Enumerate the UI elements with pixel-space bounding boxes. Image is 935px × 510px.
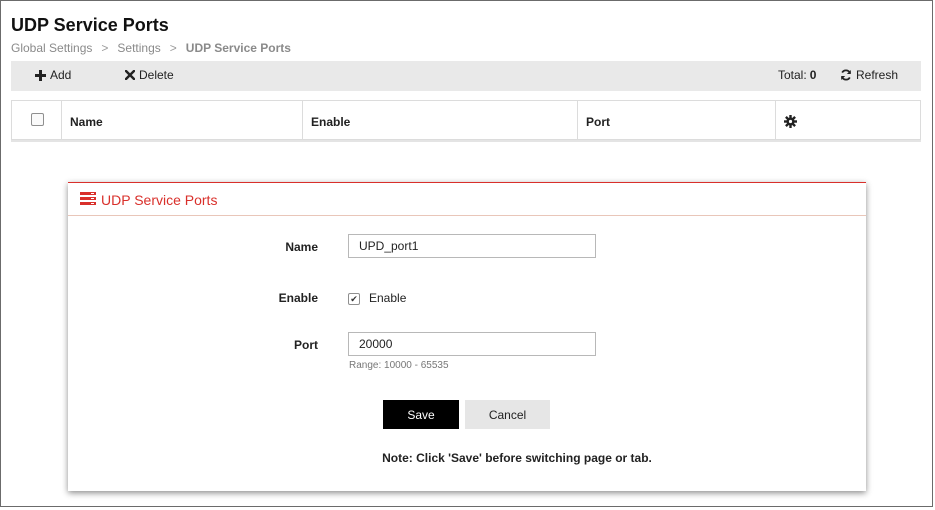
- server-icon: [80, 192, 96, 205]
- total-value: 0: [809, 68, 817, 82]
- breadcrumb-item-settings[interactable]: Settings: [117, 41, 160, 55]
- udp-port-dialog: UDP Service Ports Name Enable ✔ Enable P…: [68, 182, 866, 491]
- enable-label: Enable: [278, 291, 318, 305]
- cancel-button[interactable]: Cancel: [465, 400, 550, 429]
- save-button[interactable]: Save: [383, 400, 459, 429]
- port-label: Port: [294, 338, 318, 352]
- select-all-column: [12, 101, 62, 139]
- table-divider: [11, 140, 921, 142]
- breadcrumb-item-global-settings[interactable]: Global Settings: [11, 41, 92, 55]
- name-input[interactable]: [348, 234, 596, 258]
- ports-table-header: Name Enable Port: [11, 100, 921, 140]
- breadcrumb-separator: >: [169, 41, 177, 55]
- add-button-label: Add: [50, 68, 72, 82]
- column-header-port[interactable]: Port: [578, 101, 776, 139]
- select-all-checkbox[interactable]: [31, 113, 44, 126]
- port-input[interactable]: [348, 332, 596, 356]
- save-note: Note: Click 'Save' before switching page…: [382, 451, 652, 465]
- x-icon: [125, 70, 135, 80]
- toolbar: Add Delete Total: 0 Refresh: [11, 61, 921, 91]
- delete-button[interactable]: Delete: [125, 68, 174, 82]
- dialog-header: UDP Service Ports: [68, 183, 866, 216]
- refresh-icon: [841, 69, 851, 81]
- page-title: UDP Service Ports: [11, 15, 169, 35]
- refresh-button-label: Refresh: [856, 68, 899, 82]
- column-settings: [776, 101, 920, 139]
- window-frame: UDP Service Ports Global Settings > Settin…: [0, 0, 933, 507]
- breadcrumb: Global Settings > Settings > UDP Service Por…: [11, 41, 291, 55]
- total-label: Total:: [778, 68, 807, 82]
- delete-button-label: Delete: [139, 68, 174, 82]
- total-count: Total: 0: [778, 68, 816, 82]
- name-label: Name: [285, 240, 318, 254]
- enable-checkbox[interactable]: ✔: [348, 293, 360, 305]
- add-button[interactable]: Add: [35, 68, 71, 82]
- breadcrumb-item-current: UDP Service Ports: [185, 41, 291, 55]
- gear-icon[interactable]: [784, 115, 797, 128]
- port-range-hint: Range: 10000 - 65535: [349, 360, 449, 371]
- breadcrumb-separator: >: [101, 41, 109, 55]
- dialog-title: UDP Service Ports: [101, 192, 218, 208]
- plus-icon: [35, 69, 46, 81]
- column-header-enable[interactable]: Enable: [303, 101, 578, 139]
- enable-checkbox-label[interactable]: Enable: [369, 291, 406, 305]
- refresh-button[interactable]: Refresh: [840, 68, 898, 82]
- column-header-name[interactable]: Name: [62, 101, 303, 139]
